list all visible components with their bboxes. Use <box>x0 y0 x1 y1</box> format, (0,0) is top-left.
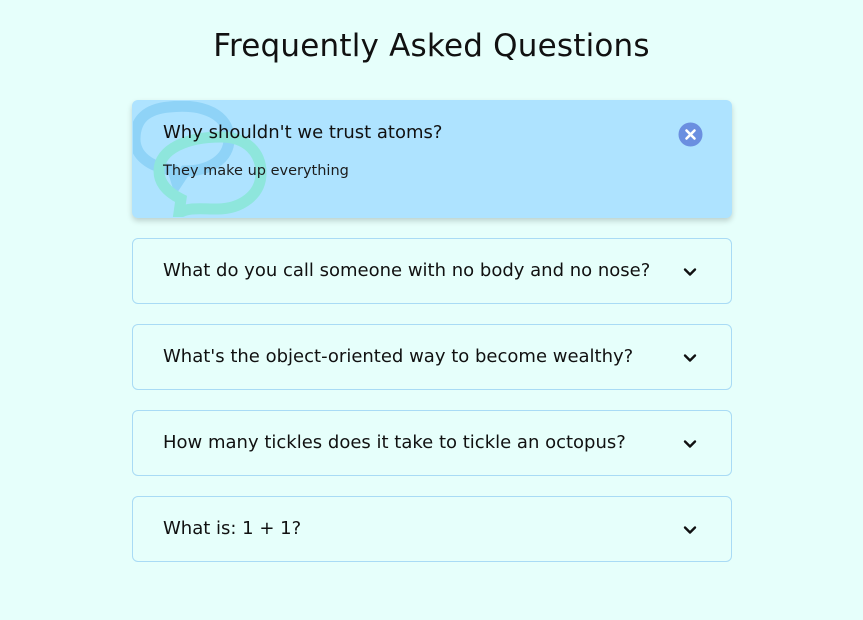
faq-toggle-button[interactable] <box>677 517 703 543</box>
faq-item[interactable]: What is: 1 + 1? <box>132 496 732 562</box>
chat-bubbles-icon <box>133 101 267 217</box>
faq-list: Why shouldn't we trust atoms? They make … <box>132 100 732 582</box>
faq-toggle-button[interactable] <box>677 431 703 457</box>
faq-item[interactable]: How many tickles does it take to tickle … <box>132 410 732 476</box>
faq-question: Why shouldn't we trust atoms? <box>163 122 443 143</box>
page-title: Frequently Asked Questions <box>213 28 650 64</box>
faq-close-button[interactable] <box>677 121 703 147</box>
faq-item[interactable]: What's the object-oriented way to become… <box>132 324 732 390</box>
chevron-down-icon <box>683 440 697 448</box>
chevron-down-icon <box>683 526 697 534</box>
chevron-down-icon <box>683 354 697 362</box>
faq-answer: They make up everything <box>163 163 349 179</box>
chevron-down-icon <box>683 268 697 276</box>
faq-toggle-button[interactable] <box>677 345 703 371</box>
faq-item[interactable]: Why shouldn't we trust atoms? They make … <box>132 100 732 218</box>
faq-question: How many tickles does it take to tickle … <box>163 432 626 453</box>
faq-toggle-button[interactable] <box>677 259 703 285</box>
faq-item[interactable]: What do you call someone with no body an… <box>132 238 732 304</box>
faq-question: What do you call someone with no body an… <box>163 260 651 281</box>
close-icon <box>678 122 702 146</box>
faq-question: What is: 1 + 1? <box>163 518 302 539</box>
faq-question: What's the object-oriented way to become… <box>163 346 634 367</box>
